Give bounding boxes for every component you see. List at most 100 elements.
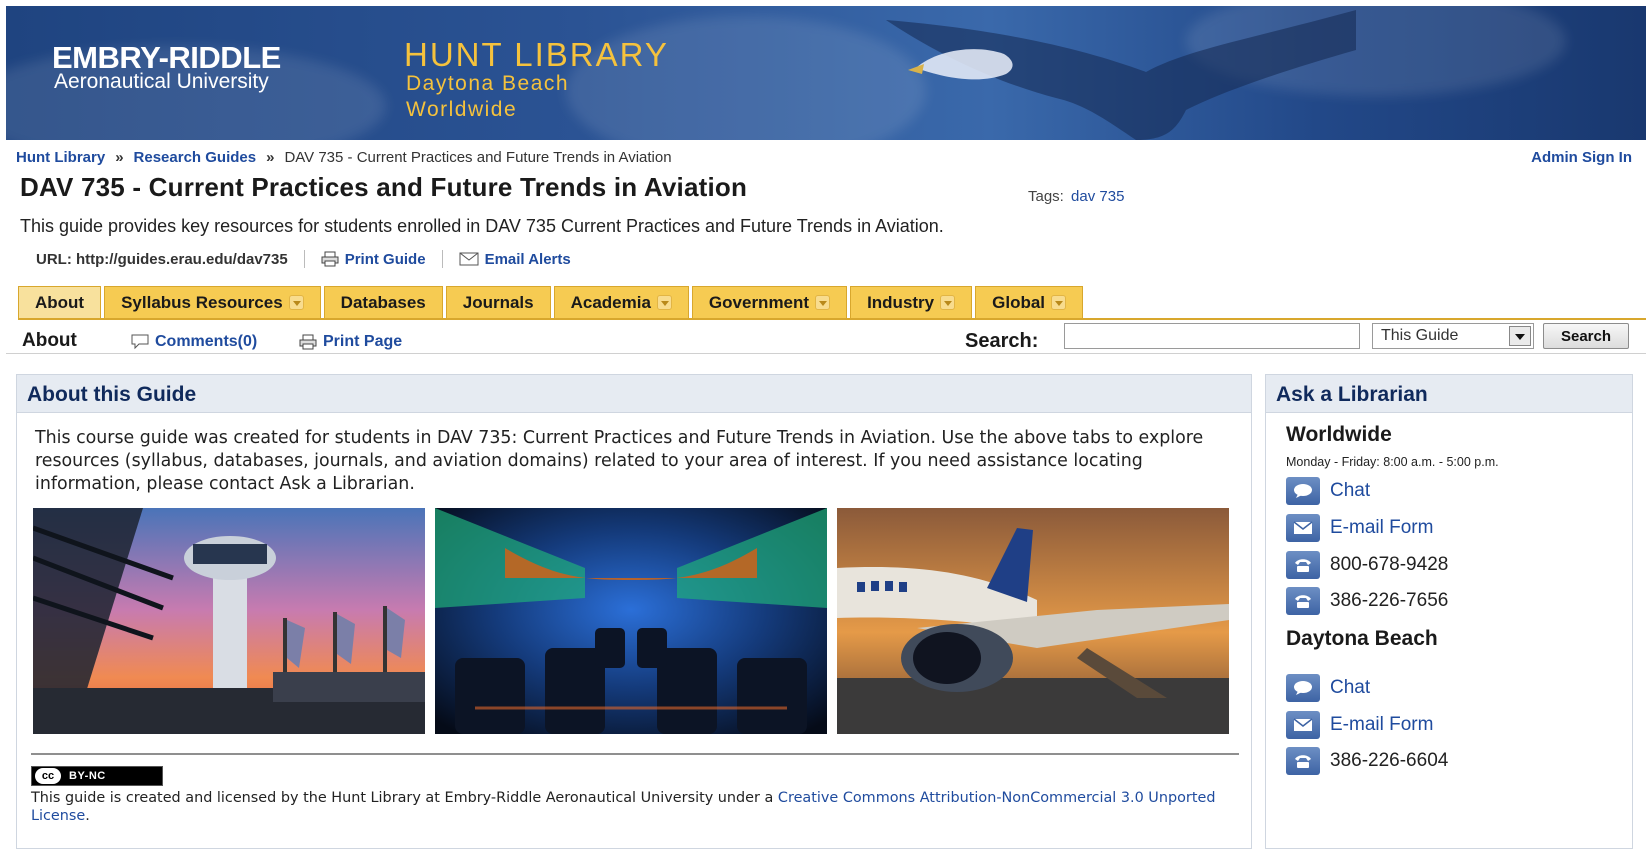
- tab-label: About: [35, 292, 85, 312]
- about-guide-box: About this Guide This course guide was c…: [16, 374, 1252, 849]
- chevron-down-icon[interactable]: [1509, 326, 1531, 346]
- printer-icon: [299, 334, 317, 350]
- tab-label: Academia: [570, 292, 651, 312]
- library-title: HUNT LIBRARY: [404, 36, 669, 73]
- guide-tabs: About Syllabus Resources Databases Journals…: [18, 286, 1086, 318]
- ask-a-librarian-box: Ask a Librarian Worldwide Monday - Frida…: [1265, 374, 1633, 849]
- tab-government[interactable]: Government: [691, 286, 848, 318]
- breadcrumb-hunt-library[interactable]: Hunt Library: [16, 149, 105, 166]
- divider: [441, 250, 443, 268]
- page-title: DAV 735 - Current Practices and Future T…: [20, 172, 748, 202]
- tags-label: Tags:: [1028, 188, 1064, 205]
- cc-by-nc-badge-icon[interactable]: cc BY-NC: [31, 766, 163, 786]
- search-button[interactable]: Search: [1543, 323, 1629, 349]
- worldwide-email-form-link[interactable]: E-mail Form: [1286, 514, 1433, 542]
- print-page-link[interactable]: Print Page: [299, 333, 402, 351]
- tab-about[interactable]: About: [18, 286, 102, 318]
- phone-icon: [1286, 587, 1320, 615]
- tab-label: Databases: [340, 292, 426, 312]
- daytona-phone-1-number: 386-226-6604: [1330, 750, 1449, 771]
- search-label: Search:: [965, 330, 1039, 352]
- control-tower-photo: [33, 508, 425, 734]
- ask-a-librarian-header: Ask a Librarian: [1266, 375, 1632, 413]
- tab-label: Industry: [867, 292, 935, 312]
- cc-badge-label: BY-NC: [69, 770, 106, 782]
- worldwide-chat-link[interactable]: Chat: [1286, 477, 1370, 505]
- airliner-dusk-photo: [837, 508, 1229, 734]
- guide-tags: Tags: dav 735: [1028, 188, 1124, 205]
- tab-academia[interactable]: Academia: [553, 286, 689, 318]
- site-banner[interactable]: EMBRY-RIDDLE Aeronautical University HUN…: [6, 6, 1646, 140]
- library-campus-1: Daytona Beach: [406, 72, 570, 95]
- chevron-down-icon[interactable]: [940, 295, 956, 310]
- license-text: This guide is created and licensed by th…: [31, 790, 778, 806]
- comments-link[interactable]: Comments(0): [131, 333, 257, 351]
- divider: [303, 250, 305, 268]
- print-guide-label: Print Guide: [344, 250, 426, 268]
- guide-url: URL: http://guides.erau.edu/dav735: [36, 250, 288, 268]
- breadcrumb-current: DAV 735 - Current Practices and Future T…: [284, 149, 672, 166]
- envelope-icon: [1286, 514, 1320, 542]
- tab-label: Government: [708, 292, 810, 312]
- print-page-label: Print Page: [323, 333, 403, 350]
- tab-label: Global: [992, 292, 1046, 312]
- tab-industry[interactable]: Industry: [850, 286, 973, 318]
- envelope-icon: [459, 252, 479, 266]
- worldwide-phone-1-number: 800-678-9428: [1330, 554, 1449, 575]
- chevron-down-icon[interactable]: [1051, 295, 1067, 310]
- phone-icon: [1286, 747, 1320, 775]
- daytona-beach-title: Daytona Beach: [1286, 627, 1438, 650]
- comments-label: Comments(0): [155, 333, 258, 350]
- printer-icon: [321, 251, 339, 267]
- worldwide-phone-2: 386-226-7656: [1286, 587, 1448, 615]
- admin-sign-in-link[interactable]: Admin Sign In: [1531, 149, 1632, 166]
- breadcrumb-research-guides[interactable]: Research Guides: [134, 149, 257, 166]
- search-scope-select[interactable]: This Guide: [1372, 323, 1534, 349]
- print-guide-link[interactable]: Print Guide: [321, 251, 426, 268]
- daytona-chat-link[interactable]: Chat: [1286, 674, 1370, 702]
- comment-icon: [131, 334, 149, 350]
- guide-url-row: URL: http://guides.erau.edu/dav735 Print…: [36, 250, 571, 268]
- daytona-email-form-label: E-mail Form: [1330, 714, 1434, 735]
- cc-logo: cc: [35, 768, 61, 784]
- breadcrumb-separator: »: [115, 149, 124, 166]
- worldwide-title: Worldwide: [1286, 423, 1392, 446]
- worldwide-phone-2-number: 386-226-7656: [1330, 590, 1449, 611]
- breadcrumb-separator: »: [266, 149, 275, 166]
- tab-syllabus-resources[interactable]: Syllabus Resources: [104, 286, 321, 318]
- tab-label: Syllabus Resources: [121, 292, 283, 312]
- search-scope-value: This Guide: [1381, 327, 1459, 344]
- chat-bubble-icon: [1286, 674, 1320, 702]
- photo-strip: [33, 508, 1239, 734]
- tab-label: Journals: [462, 292, 534, 312]
- university-subtitle: Aeronautical University: [54, 70, 269, 93]
- license-divider: [31, 753, 1239, 755]
- tab-journals[interactable]: Journals: [445, 286, 551, 318]
- search-input[interactable]: [1064, 323, 1360, 349]
- chevron-down-icon[interactable]: [656, 295, 672, 310]
- envelope-icon: [1286, 711, 1320, 739]
- daytona-chat-label: Chat: [1330, 677, 1371, 698]
- chevron-down-icon[interactable]: [815, 295, 831, 310]
- tag-link[interactable]: dav 735: [1071, 188, 1124, 205]
- tab-global[interactable]: Global: [975, 286, 1084, 318]
- worldwide-chat-label: Chat: [1330, 480, 1371, 501]
- email-alerts-link[interactable]: Email Alerts: [459, 251, 571, 268]
- tab-databases[interactable]: Databases: [323, 286, 443, 318]
- guide-description: This guide provides key resources for st…: [20, 216, 944, 236]
- phone-icon: [1286, 551, 1320, 579]
- about-guide-text: This course guide was created for studen…: [35, 428, 1204, 494]
- worldwide-hours: Monday - Friday: 8:00 a.m. - 5:00 p.m.: [1286, 455, 1499, 469]
- daytona-email-form-link[interactable]: E-mail Form: [1286, 711, 1433, 739]
- worldwide-phone-1: 800-678-9428: [1286, 551, 1448, 579]
- current-page-title: About: [22, 330, 77, 351]
- license-end: .: [85, 808, 90, 824]
- chevron-down-icon[interactable]: [288, 295, 304, 310]
- about-guide-header: About this Guide: [17, 375, 1251, 413]
- email-alerts-label: Email Alerts: [484, 250, 571, 268]
- breadcrumb: Hunt Library » Research Guides » DAV 735…: [16, 149, 672, 166]
- daytona-phone-1: 386-226-6604: [1286, 747, 1448, 775]
- license-statement: This guide is created and licensed by th…: [31, 789, 1241, 825]
- chat-bubble-icon: [1286, 477, 1320, 505]
- aircraft-cabin-photo: [435, 508, 827, 734]
